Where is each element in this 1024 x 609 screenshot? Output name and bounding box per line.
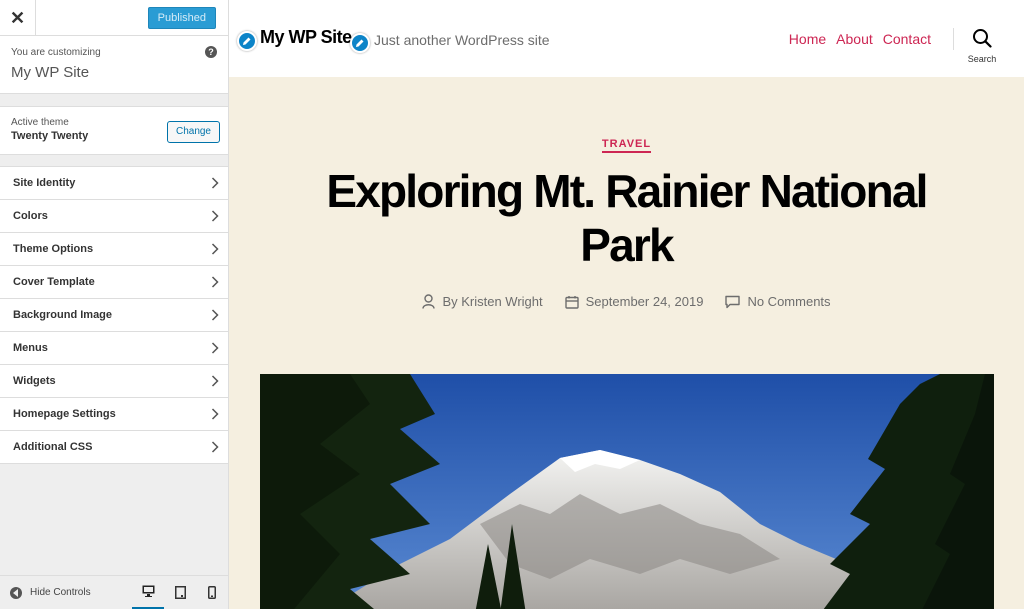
customizer-header: ✕ Published: [0, 0, 228, 36]
panel-label: Menus: [13, 342, 48, 354]
customizing-info: You are customizing My WP Site ?: [0, 36, 228, 94]
chevron-right-icon: [202, 332, 228, 365]
close-customizer-button[interactable]: ✕: [0, 0, 36, 36]
site-tagline: Just another WordPress site: [374, 32, 550, 48]
chevron-right-icon: [202, 167, 228, 200]
post-author: By Kristen Wright: [422, 294, 543, 309]
panel-background-image[interactable]: Background Image: [0, 299, 228, 332]
nav-divider: [953, 28, 954, 50]
publish-button[interactable]: Published: [147, 7, 216, 29]
panel-homepage-settings[interactable]: Homepage Settings: [0, 398, 228, 431]
panel-label: Theme Options: [13, 243, 94, 255]
nav-link-about[interactable]: About: [836, 31, 873, 47]
nav-link-contact[interactable]: Contact: [883, 31, 931, 47]
search-toggle-button[interactable]: Search: [964, 28, 1000, 64]
panel-theme-options[interactable]: Theme Options: [0, 233, 228, 266]
customizer-sidebar: ✕ Published You are customizing My WP Si…: [0, 0, 229, 609]
primary-navigation: Home About Contact: [779, 31, 931, 47]
customizer-footer: Hide Controls: [0, 575, 228, 609]
chevron-right-icon: [202, 398, 228, 431]
nav-link-home[interactable]: Home: [789, 31, 826, 47]
site-title[interactable]: My WP Site: [260, 27, 352, 48]
comment-icon: [725, 295, 741, 308]
post-title: Exploring Mt. Rainier National Park: [326, 165, 928, 271]
close-icon: ✕: [9, 7, 26, 28]
device-preview-toggles: [132, 576, 228, 609]
hide-controls-button[interactable]: Hide Controls: [0, 586, 91, 599]
customizer-panel-list: Site Identity Colors Theme Options Cover…: [0, 166, 228, 464]
chevron-right-icon: [202, 299, 228, 332]
pencil-icon: [356, 39, 364, 47]
person-icon: [422, 294, 436, 309]
edit-site-title-shortcut[interactable]: [237, 31, 257, 51]
customizing-label: You are customizing: [11, 47, 101, 58]
panel-cover-template[interactable]: Cover Template: [0, 266, 228, 299]
help-icon[interactable]: ?: [205, 46, 217, 58]
chevron-right-icon: [202, 431, 228, 464]
post-header: TRAVEL Exploring Mt. Rainier National Pa…: [229, 77, 1024, 309]
panel-additional-css[interactable]: Additional CSS: [0, 431, 228, 464]
panel-label: Cover Template: [13, 276, 95, 288]
arrow-left-icon: [10, 586, 22, 599]
chevron-right-icon: [202, 233, 228, 266]
desktop-icon: [142, 585, 154, 597]
chevron-right-icon: [202, 266, 228, 299]
search-label: Search: [967, 54, 997, 64]
customizing-site-name: My WP Site: [11, 64, 90, 81]
post-date-text[interactable]: September 24, 2019: [586, 294, 704, 309]
post-date: September 24, 2019: [564, 294, 704, 309]
post-comments: No Comments: [725, 294, 831, 309]
mobile-icon: [208, 586, 216, 599]
post-category-link[interactable]: TRAVEL: [601, 138, 652, 153]
tablet-icon: [174, 586, 186, 599]
post-author-text[interactable]: By Kristen Wright: [442, 294, 542, 309]
site-header: My WP Site Just another WordPress site H…: [229, 0, 1024, 77]
chevron-right-icon: [202, 200, 228, 233]
change-theme-button[interactable]: Change: [166, 121, 220, 143]
hide-controls-label: Hide Controls: [30, 587, 91, 598]
panel-label: Colors: [13, 210, 48, 222]
active-theme-section: Active theme Twenty Twenty Change: [0, 106, 228, 155]
panel-label: Additional CSS: [13, 441, 93, 453]
panel-colors[interactable]: Colors: [0, 200, 228, 233]
mobile-preview-button[interactable]: [196, 576, 228, 609]
tablet-preview-button[interactable]: [164, 576, 196, 609]
panel-menus[interactable]: Menus: [0, 332, 228, 365]
panel-widgets[interactable]: Widgets: [0, 365, 228, 398]
post-comments-text[interactable]: No Comments: [747, 294, 830, 309]
panel-label: Widgets: [13, 375, 56, 387]
featured-image: [260, 374, 994, 609]
site-preview: My WP Site Just another WordPress site H…: [229, 0, 1024, 609]
panel-label: Homepage Settings: [13, 408, 116, 420]
panel-label: Background Image: [13, 309, 113, 321]
desktop-preview-button[interactable]: [132, 576, 164, 609]
calendar-icon: [564, 295, 579, 309]
pencil-icon: [243, 37, 251, 45]
post-meta: By Kristen Wright September 24, 2019 No …: [229, 294, 1024, 309]
panel-label: Site Identity: [13, 177, 76, 189]
panel-site-identity[interactable]: Site Identity: [0, 167, 228, 200]
edit-tagline-shortcut[interactable]: [350, 33, 370, 53]
search-icon: [973, 29, 992, 48]
chevron-right-icon: [202, 365, 228, 398]
